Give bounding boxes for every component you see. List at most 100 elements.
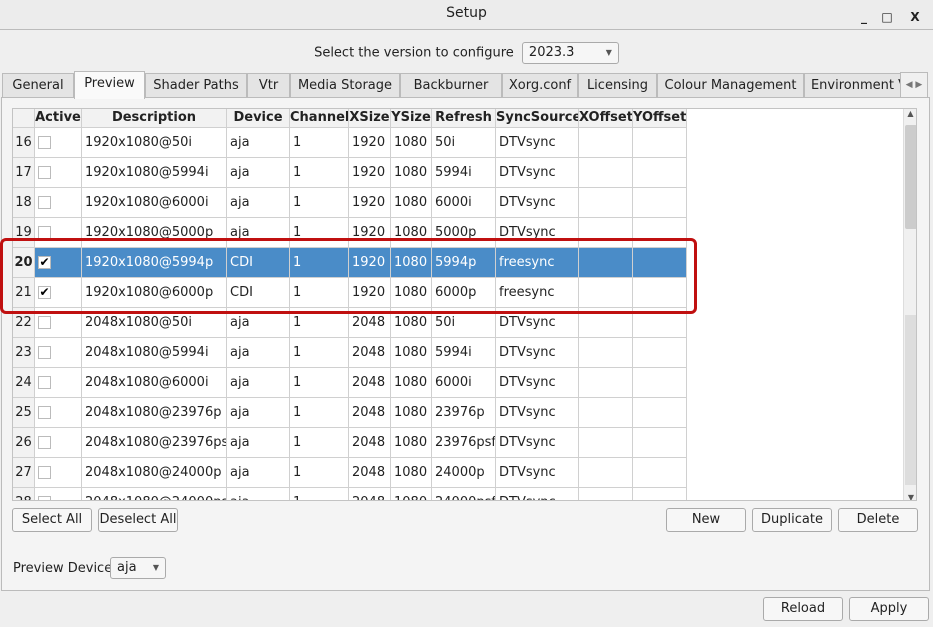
active-checkbox[interactable] xyxy=(38,196,51,209)
active-cell[interactable] xyxy=(35,338,82,368)
channel-cell[interactable]: 1 xyxy=(290,158,349,188)
table-row[interactable]: 16 1920x1080@50i aja 1 1920 1080 50i DTVsync xyxy=(13,128,687,158)
tab-general[interactable]: General xyxy=(2,73,74,98)
active-cell[interactable] xyxy=(35,458,82,488)
xsize-cell[interactable]: 2048 xyxy=(349,338,391,368)
refresh-cell[interactable]: 23976p xyxy=(432,398,496,428)
desc-cell[interactable]: 2048x1080@23976psf xyxy=(82,428,227,458)
desc-cell[interactable]: 1920x1080@5994i xyxy=(82,158,227,188)
active-cell[interactable] xyxy=(35,188,82,218)
refresh-cell[interactable]: 5994i xyxy=(432,338,496,368)
offset-cell[interactable] xyxy=(633,368,687,398)
sync-cell[interactable]: DTVsync xyxy=(496,368,579,398)
deselect-all-button[interactable]: Deselect All xyxy=(98,508,178,532)
xsize-cell[interactable]: 2048 xyxy=(349,488,391,500)
scrollbar-thumb[interactable] xyxy=(905,125,916,229)
ysize-cell[interactable]: 1080 xyxy=(391,338,432,368)
active-checkbox[interactable] xyxy=(38,466,51,479)
desc-cell[interactable]: 2048x1080@23976p xyxy=(82,398,227,428)
desc-cell[interactable]: 1920x1080@6000i xyxy=(82,188,227,218)
desc-cell[interactable]: 2048x1080@5994i xyxy=(82,338,227,368)
scroll-up-icon[interactable]: ▲ xyxy=(904,109,916,118)
device-cell[interactable]: aja xyxy=(227,458,290,488)
desc-cell[interactable]: 2048x1080@24000psf xyxy=(82,488,227,500)
refresh-cell[interactable]: 6000i xyxy=(432,368,496,398)
xsize-cell[interactable]: 2048 xyxy=(349,458,391,488)
table-row[interactable]: 25 2048x1080@23976p aja 1 2048 1080 23976p DTVs… xyxy=(13,398,687,428)
new-button[interactable]: New xyxy=(666,508,746,532)
table-row[interactable]: 27 2048x1080@24000p aja 1 2048 1080 24000p DTVs… xyxy=(13,458,687,488)
offset-cell[interactable] xyxy=(633,128,687,158)
device-cell[interactable]: aja xyxy=(227,158,290,188)
duplicate-button[interactable]: Duplicate xyxy=(752,508,832,532)
device-cell[interactable]: aja xyxy=(227,428,290,458)
channel-cell[interactable]: 1 xyxy=(290,458,349,488)
active-checkbox[interactable] xyxy=(38,136,51,149)
offset-cell[interactable] xyxy=(579,158,633,188)
refresh-cell[interactable]: 24000p xyxy=(432,458,496,488)
ysize-cell[interactable]: 1080 xyxy=(391,128,432,158)
sync-cell[interactable]: DTVsync xyxy=(496,428,579,458)
offset-cell[interactable] xyxy=(633,188,687,218)
active-checkbox[interactable] xyxy=(38,346,51,359)
ysize-cell[interactable]: 1080 xyxy=(391,368,432,398)
reload-button[interactable]: Reload xyxy=(763,597,843,621)
column-header-description[interactable]: Description xyxy=(82,109,227,128)
tab-xorg-conf[interactable]: Xorg.conf xyxy=(502,73,578,98)
ysize-cell[interactable]: 1080 xyxy=(391,488,432,500)
refresh-cell[interactable]: 5994i xyxy=(432,158,496,188)
offset-cell[interactable] xyxy=(579,488,633,500)
active-cell[interactable] xyxy=(35,128,82,158)
offset-cell[interactable] xyxy=(579,368,633,398)
table-row[interactable]: 23 2048x1080@5994i aja 1 2048 1080 5994i DTVsyn… xyxy=(13,338,687,368)
column-header-channel[interactable]: Channel xyxy=(290,109,349,128)
xsize-cell[interactable]: 1920 xyxy=(349,158,391,188)
sync-cell[interactable]: DTVsync xyxy=(496,488,579,500)
scroll-down-icon[interactable]: ▼ xyxy=(904,493,916,500)
column-header-xoffset[interactable]: XOffset xyxy=(579,109,633,128)
scrollbar-track[interactable] xyxy=(905,315,916,485)
device-cell[interactable]: aja xyxy=(227,368,290,398)
device-cell[interactable]: aja xyxy=(227,338,290,368)
version-select[interactable]: 2023.3 ▼ xyxy=(521,42,619,64)
column-header-ysize[interactable]: YSize xyxy=(391,109,432,128)
sync-cell[interactable]: DTVsync xyxy=(496,158,579,188)
refresh-cell[interactable]: 50i xyxy=(432,128,496,158)
active-checkbox[interactable] xyxy=(38,166,51,179)
active-cell[interactable] xyxy=(35,368,82,398)
select-all-button[interactable]: Select All xyxy=(12,508,92,532)
preview-device-select[interactable]: aja ▼ xyxy=(110,557,166,579)
active-cell[interactable] xyxy=(35,158,82,188)
xsize-cell[interactable]: 2048 xyxy=(349,428,391,458)
offset-cell[interactable] xyxy=(579,398,633,428)
channel-cell[interactable]: 1 xyxy=(290,368,349,398)
active-checkbox[interactable] xyxy=(38,436,51,449)
active-checkbox[interactable] xyxy=(38,376,51,389)
refresh-cell[interactable]: 24000psf xyxy=(432,488,496,500)
offset-cell[interactable] xyxy=(579,458,633,488)
tab-environment-v[interactable]: Environment V xyxy=(804,73,914,98)
tab-media-storage[interactable]: Media Storage xyxy=(290,73,400,98)
table-row[interactable]: 17 1920x1080@5994i aja 1 1920 1080 5994i DTVsyn… xyxy=(13,158,687,188)
tab-scroll-buttons[interactable]: ◀ ▶ xyxy=(900,72,928,98)
active-cell[interactable] xyxy=(35,428,82,458)
device-cell[interactable]: aja xyxy=(227,128,290,158)
device-cell[interactable]: aja xyxy=(227,488,290,500)
active-checkbox[interactable] xyxy=(38,316,51,329)
tab-shader-paths[interactable]: Shader Paths xyxy=(145,73,247,98)
refresh-cell[interactable]: 6000i xyxy=(432,188,496,218)
active-cell[interactable] xyxy=(35,398,82,428)
sync-cell[interactable]: DTVsync xyxy=(496,458,579,488)
refresh-cell[interactable]: 23976psf xyxy=(432,428,496,458)
offset-cell[interactable] xyxy=(633,338,687,368)
offset-cell[interactable] xyxy=(633,488,687,500)
tab-preview[interactable]: Preview xyxy=(74,71,145,99)
table-row[interactable]: 18 1920x1080@6000i aja 1 1920 1080 6000i DTVsyn… xyxy=(13,188,687,218)
active-checkbox[interactable] xyxy=(38,496,51,500)
active-checkbox[interactable] xyxy=(38,406,51,419)
channel-cell[interactable]: 1 xyxy=(290,338,349,368)
offset-cell[interactable] xyxy=(633,428,687,458)
offset-cell[interactable] xyxy=(579,428,633,458)
apply-button[interactable]: Apply xyxy=(849,597,929,621)
ysize-cell[interactable]: 1080 xyxy=(391,158,432,188)
